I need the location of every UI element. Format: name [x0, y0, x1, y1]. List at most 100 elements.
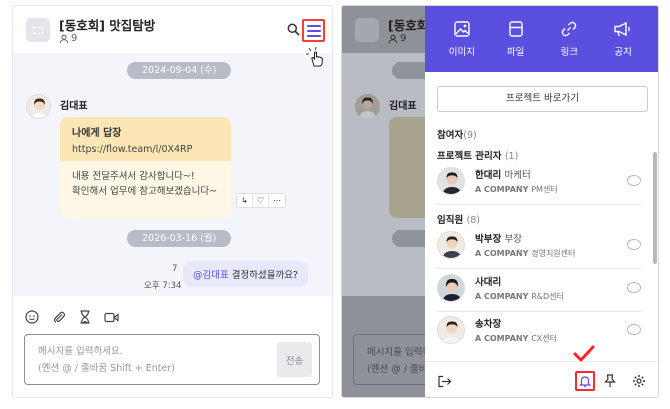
tab-files-label: 파일 — [506, 47, 525, 58]
tab-files[interactable]: 파일 — [494, 6, 538, 72]
chat-bubble-icon[interactable] — [627, 324, 641, 335]
pin-icon[interactable] — [604, 374, 616, 388]
tab-links[interactable]: 링크 — [547, 6, 591, 72]
scrollbar[interactable] — [653, 152, 657, 264]
member-role: 부장 — [504, 234, 523, 245]
date-divider — [392, 230, 425, 247]
hourglass-icon[interactable] — [79, 310, 91, 324]
date-divider: 2024-09-04 (수) — [127, 62, 232, 79]
admins-count: (1) — [504, 151, 519, 162]
chat-window-with-drawer: [동호회 9 김대표 메시지를 입력하 (멘션 @ / 줄바 이미지 파일 링크… — [341, 5, 659, 398]
heart-icon[interactable]: ♡ — [253, 194, 269, 207]
member-dept: R&D센터 — [531, 292, 564, 301]
mention[interactable]: @김대표 — [193, 270, 229, 281]
dimmed-composer: 메시지를 입력하 (멘션 @ / 줄바 — [342, 296, 431, 397]
reply-card-link[interactable]: https://flow.team/l/0X4RP — [72, 144, 219, 155]
chat-window: [동호회] 맛집탐방 9 2024-09-04 (수) 김대표 나에게 답장 h… — [12, 5, 333, 398]
message-text: 결정하셨을까요? — [228, 270, 298, 281]
bell-icon — [579, 376, 591, 387]
member-org: A COMPANY R&D센터 — [475, 291, 564, 302]
member-name: 박부장 — [475, 234, 502, 245]
drawer-tabs: 이미지 파일 링크 공지 — [425, 6, 658, 72]
date-divider — [392, 62, 425, 79]
attach-icon[interactable] — [52, 310, 66, 324]
chat-bubble-icon[interactable] — [627, 239, 641, 250]
file-icon — [508, 21, 523, 37]
reply-card-body: 내용 전달주셔서 감사합니다~! 확인해서 업무에 참고해보겠습니다~ — [60, 161, 231, 207]
reply-card[interactable]: 나에게 답장 https://flow.team/l/0X4RP 내용 전달주셔… — [60, 117, 231, 218]
chat-bubble-icon[interactable] — [627, 282, 641, 293]
search-icon[interactable] — [287, 23, 300, 36]
member-company: A COMPANY — [475, 249, 529, 258]
member-row[interactable]: 박부장 부장 A COMPANY 경영지원센터 — [437, 228, 642, 264]
input-placeholder-hint: (멘션 @ / 줄바 — [367, 364, 428, 375]
checkmark-icon — [573, 345, 595, 362]
member-row[interactable]: 한대리 마케터 A COMPANY PM센터 — [437, 164, 642, 200]
member-count: 9 — [388, 33, 406, 44]
member-row[interactable]: 송차장 A COMPANY CX센터 — [437, 313, 642, 349]
member-role: 마케터 — [504, 170, 531, 181]
sender-avatar[interactable] — [26, 94, 51, 119]
participants-count: (9) — [463, 130, 477, 141]
video-icon[interactable] — [104, 311, 119, 324]
person-icon — [388, 34, 398, 43]
chat-header: [동호회] 맛집탐방 9 — [13, 6, 332, 53]
member-name-line: 한대리 마케터 — [475, 167, 531, 181]
input-placeholder-hint: (멘션 @ / 줄바꿈 Shift + Enter) — [38, 363, 175, 374]
notification-button[interactable] — [575, 371, 595, 391]
member-company: A COMPANY — [475, 334, 529, 343]
member-avatar — [437, 231, 465, 259]
drawer-footer — [425, 345, 658, 397]
member-name-line: 박부장 부장 — [475, 231, 522, 245]
staff-heading: 임직원 (8) — [437, 212, 480, 226]
sender-name: 김대표 — [389, 101, 417, 112]
divider — [437, 311, 642, 312]
my-message-bubble[interactable]: @김대표 결정하셨을까요? — [183, 261, 308, 287]
reply-icon[interactable]: ↳ — [237, 194, 253, 207]
sender-avatar — [355, 94, 380, 119]
room-title: [동호회 — [388, 18, 429, 33]
link-icon — [562, 21, 577, 37]
dimmed-header: [동호회 9 — [342, 6, 429, 53]
hand-cursor-icon — [306, 46, 324, 67]
admins-heading: 프로젝트 관리자 (1) — [437, 148, 518, 162]
project-shortcut-button[interactable]: 프로젝트 바로가기 — [437, 86, 648, 112]
menu-button[interactable] — [302, 19, 325, 42]
sender-name: 김대표 — [60, 101, 88, 112]
member-avatar — [437, 274, 465, 302]
gear-icon[interactable] — [632, 374, 646, 388]
exit-icon[interactable] — [437, 375, 452, 388]
person-icon — [59, 34, 69, 43]
reply-card-header: 나에게 답장 https://flow.team/l/0X4RP — [60, 117, 231, 161]
member-count[interactable]: 9 — [59, 33, 77, 44]
member-dept: PM센터 — [531, 185, 558, 194]
member-count-value: 9 — [400, 33, 407, 44]
member-row[interactable]: 사대리 A COMPANY R&D센터 — [437, 271, 642, 307]
megaphone-icon — [614, 21, 631, 37]
member-count-value: 9 — [71, 33, 78, 44]
tab-images[interactable]: 이미지 — [440, 6, 484, 72]
member-name: 사대리 — [475, 277, 502, 288]
message-line: 확인해서 업무에 참고해보겠습니다~ — [72, 186, 218, 197]
member-company: A COMPANY — [475, 185, 529, 194]
member-dept: CX센터 — [531, 334, 558, 343]
tab-images-label: 이미지 — [448, 47, 475, 58]
more-icon[interactable]: ⋯ — [269, 194, 285, 207]
side-drawer: 이미지 파일 링크 공지 프로젝트 바로가기 참여자(9) 프로젝트 관리자 (… — [425, 6, 658, 397]
message-input: 메시지를 입력하 (멘션 @ / 줄바 — [353, 334, 431, 385]
staff-count: (8) — [466, 215, 481, 226]
emoji-icon[interactable] — [25, 310, 39, 324]
input-placeholder: 메시지를 입력하 — [367, 347, 432, 358]
member-name-line: 송차장 — [475, 316, 501, 330]
message-actions: ↳ ♡ ⋯ — [236, 193, 286, 208]
chat-bubble-icon[interactable] — [627, 175, 641, 186]
message-input[interactable]: 메시지를 입력하세요. (멘션 @ / 줄바꿈 Shift + Enter) 전… — [24, 334, 320, 385]
member-org: A COMPANY 경영지원센터 — [475, 248, 575, 259]
member-name: 한대리 — [475, 170, 502, 181]
image-icon — [454, 21, 470, 37]
member-dept: 경영지원센터 — [531, 249, 576, 258]
send-button[interactable]: 전송 — [277, 342, 312, 377]
tab-notices[interactable]: 공지 — [601, 6, 645, 72]
room-avatar — [26, 18, 50, 42]
reply-card — [389, 117, 425, 218]
